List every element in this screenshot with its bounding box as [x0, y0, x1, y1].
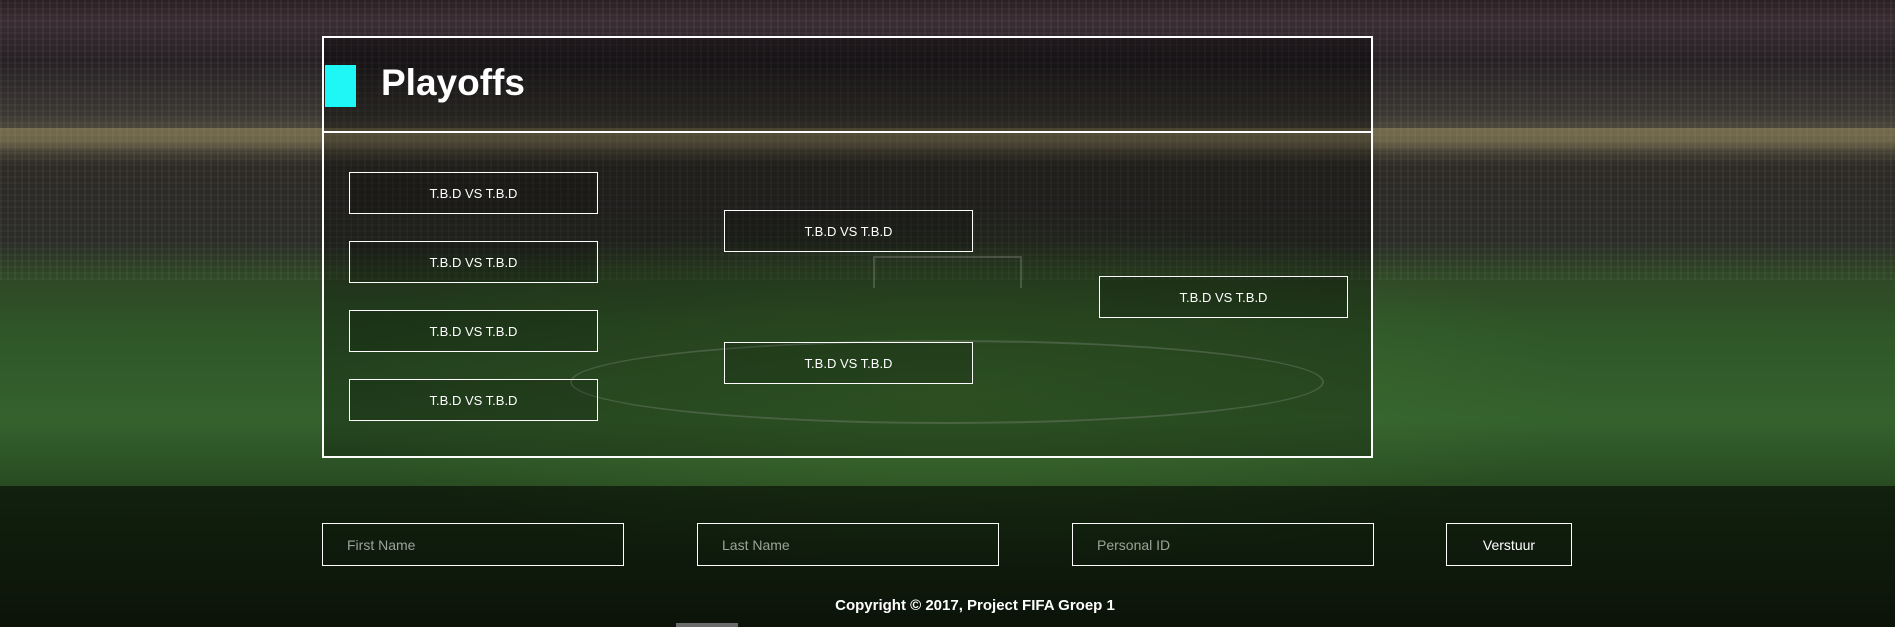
panel-header: Playoffs	[324, 38, 1371, 133]
page-title: Playoffs	[381, 62, 525, 103]
title-accent-bar	[325, 65, 356, 107]
copyright-text: Copyright © 2017, Project FIFA Groep 1	[835, 597, 1115, 614]
scrollbar-thumb[interactable]	[676, 623, 738, 627]
submit-button[interactable]: Verstuur	[1446, 523, 1572, 566]
playoffs-panel: Playoffs T.B.D VS T.B.D T.B.D VS T.B.D T…	[322, 36, 1373, 458]
match-round1-1[interactable]: T.B.D VS T.B.D	[349, 172, 598, 214]
last-name-input[interactable]	[697, 523, 999, 566]
first-name-input[interactable]	[322, 523, 624, 566]
personal-id-input[interactable]	[1072, 523, 1374, 566]
match-round1-2[interactable]: T.B.D VS T.B.D	[349, 241, 598, 283]
match-round2-1[interactable]: T.B.D VS T.B.D	[724, 210, 973, 252]
match-round2-2[interactable]: T.B.D VS T.B.D	[724, 342, 973, 384]
match-round1-4[interactable]: T.B.D VS T.B.D	[349, 379, 598, 421]
match-final[interactable]: T.B.D VS T.B.D	[1099, 276, 1348, 318]
match-round1-3[interactable]: T.B.D VS T.B.D	[349, 310, 598, 352]
